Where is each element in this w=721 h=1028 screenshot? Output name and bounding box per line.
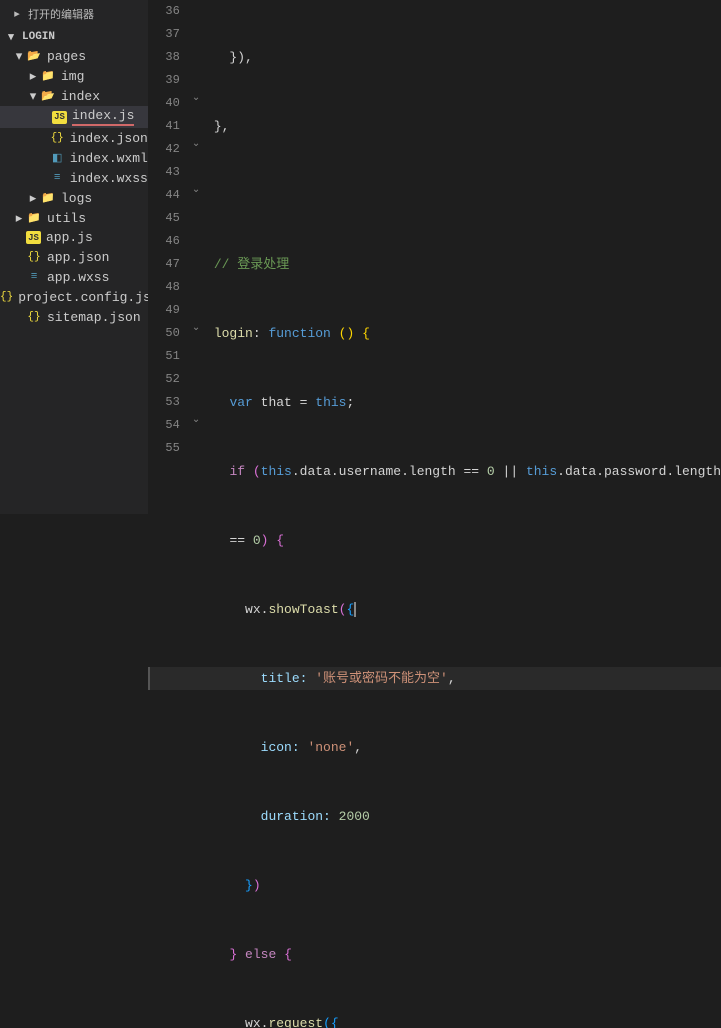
file-project-config[interactable]: {}project.config.json (0, 287, 148, 307)
folder-pages[interactable]: ▾📂pages (0, 46, 148, 66)
fold-icon[interactable]: ⌄ (192, 184, 200, 196)
js-file-icon: JS (52, 111, 67, 124)
folder-icon: 📁 (40, 190, 56, 206)
code-editor[interactable]: 3637383940414243444546474849505152535455… (148, 0, 721, 514)
wxss-file-icon: ≡ (50, 170, 65, 186)
file-index-js[interactable]: JSindex.js (0, 106, 148, 128)
json-file-icon: {} (0, 289, 13, 305)
fold-icon[interactable]: ⌄ (192, 322, 200, 334)
folder-open-icon: 📂 (40, 88, 56, 104)
file-app-json[interactable]: {}app.json (0, 247, 148, 267)
chevron-right-icon: ▸ (14, 213, 24, 223)
js-file-icon: JS (26, 231, 41, 244)
line-numbers-gutter: 3637383940414243444546474849505152535455 (148, 0, 190, 514)
file-sitemap[interactable]: {}sitemap.json (0, 307, 148, 327)
chevron-down-icon: ▾ (6, 32, 16, 42)
folder-logs[interactable]: ▸📁logs (0, 188, 148, 208)
file-index-json[interactable]: {}index.json (0, 128, 148, 148)
file-index-wxml[interactable]: ◧index.wxml (0, 148, 148, 168)
folder-icon: 📁 (26, 210, 42, 226)
fold-icon[interactable]: ⌄ (192, 138, 200, 150)
file-index-wxss[interactable]: ≡index.wxss (0, 168, 148, 188)
folder-utils[interactable]: ▸📁utils (0, 208, 148, 228)
project-name: LOGIN (22, 31, 55, 43)
folder-img[interactable]: ▸📁img (0, 66, 148, 86)
file-app-js[interactable]: JSapp.js (0, 228, 148, 247)
code-content[interactable]: }), }, // 登录处理 login: function () { var … (208, 0, 721, 514)
open-editors-section[interactable]: ▸ 打开的编辑器 (0, 0, 148, 28)
json-file-icon: {} (26, 249, 42, 265)
fold-icon[interactable]: ⌄ (192, 92, 200, 104)
fold-icon[interactable]: ⌄ (192, 414, 200, 426)
wxml-file-icon: ◧ (50, 150, 65, 166)
chevron-right-icon: ▸ (28, 71, 38, 81)
folder-index[interactable]: ▾📂index (0, 86, 148, 106)
file-explorer-sidebar[interactable]: ▸ 打开的编辑器 ▾ LOGIN ▾📂pages ▸📁img ▾📂index J… (0, 0, 148, 514)
open-editors-label: 打开的编辑器 (28, 6, 94, 22)
chevron-down-icon: ▾ (28, 91, 38, 101)
folder-icon: 📁 (40, 68, 56, 84)
json-file-icon: {} (50, 130, 65, 146)
chevron-right-icon: ▸ (12, 9, 22, 19)
json-file-icon: {} (26, 309, 42, 325)
chevron-down-icon: ▾ (14, 51, 24, 61)
folder-open-icon: 📂 (26, 48, 42, 64)
wxss-file-icon: ≡ (26, 269, 42, 285)
file-app-wxss[interactable]: ≡app.wxss (0, 267, 148, 287)
fold-column: ⌄ ⌄ ⌄ ⌄ ⌄ (190, 0, 208, 514)
chevron-right-icon: ▸ (28, 193, 38, 203)
file-tree: ▾📂pages ▸📁img ▾📂index JSindex.js {}index… (0, 46, 148, 327)
project-section[interactable]: ▾ LOGIN (0, 28, 148, 46)
